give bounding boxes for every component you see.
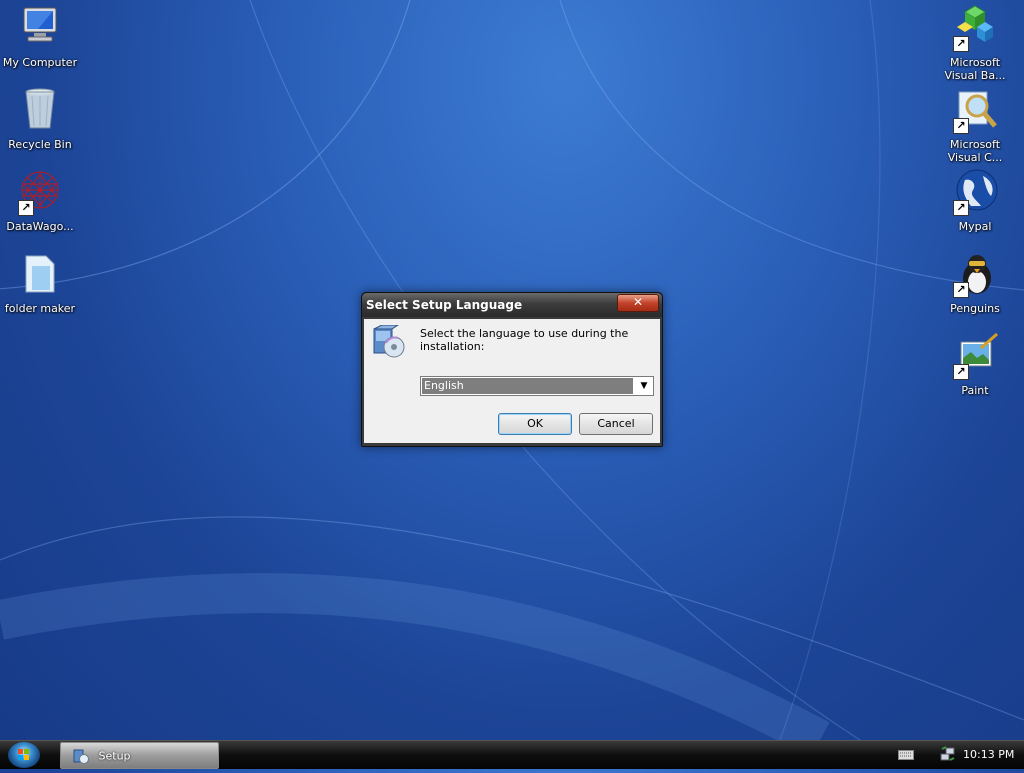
visual-c-icon: ↗	[951, 86, 999, 134]
start-button[interactable]	[8, 742, 40, 768]
visual-basic-icon: ↗	[951, 4, 999, 52]
desktop-icon-recycle-bin[interactable]: Recycle Bin	[1, 86, 79, 151]
desktop-icon-label: Mypal	[958, 220, 992, 233]
recycle-bin-icon	[16, 86, 64, 134]
folder-maker-icon	[16, 250, 64, 298]
taskbar-item-label: Setup	[98, 749, 131, 763]
setup-icon	[372, 324, 406, 359]
desktop-icon-penguins[interactable]: ↗ Penguins	[936, 250, 1014, 315]
clock[interactable]: 10:13 PM	[963, 741, 1014, 769]
desktop-icon-label: Recycle Bin	[8, 138, 72, 151]
taskbar-item-setup[interactable]: Setup	[60, 742, 219, 769]
dialog-title: Select Setup Language	[366, 298, 523, 312]
globe-icon: ↗	[951, 168, 999, 216]
taskbar: Setup 10:13 PM	[0, 740, 1024, 769]
desktop-icon-datawago[interactable]: ↗ DataWago...	[1, 168, 79, 233]
desktop-icon-label: folder maker	[4, 302, 76, 315]
network-icon[interactable]	[940, 746, 956, 762]
desktop-icon-label: Penguins	[950, 302, 1000, 315]
desktop-icon-my-computer[interactable]: My Computer	[1, 4, 79, 69]
chevron-down-icon[interactable]: ▼	[635, 377, 653, 395]
desktop-icon-visual-c[interactable]: ↗ Microsoft Visual C...	[936, 86, 1014, 164]
keyboard-icon[interactable]	[898, 750, 914, 760]
shortcut-arrow-icon: ↗	[953, 36, 969, 52]
shortcut-arrow-icon: ↗	[953, 118, 969, 134]
setup-icon	[73, 748, 89, 764]
desktop-icon-label: Paint	[961, 384, 989, 397]
shortcut-arrow-icon: ↗	[18, 200, 34, 216]
shortcut-arrow-icon: ↗	[953, 200, 969, 216]
windows-logo-icon	[18, 749, 29, 760]
penguin-icon: ↗	[951, 250, 999, 298]
computer-icon	[16, 4, 64, 52]
desktop-icon-label: Microsoft Visual C...	[947, 138, 1003, 164]
desktop-icon-label: My Computer	[2, 56, 78, 69]
datawago-icon: ↗	[16, 168, 64, 216]
desktop-icon-paint[interactable]: ↗ Paint	[936, 332, 1014, 397]
dialog-client-area: Select the language to use during the in…	[364, 319, 660, 443]
setup-language-dialog: Select Setup Language ✕ Select the langu…	[361, 292, 663, 447]
paint-icon: ↗	[951, 332, 999, 380]
language-select-value: English	[422, 378, 633, 394]
desktop-icon-visual-basic[interactable]: ↗ Microsoft Visual Ba...	[936, 4, 1014, 82]
desktop-icon-folder-maker[interactable]: folder maker	[1, 250, 79, 315]
close-icon: ✕	[632, 295, 644, 309]
desktop-icon-mypal[interactable]: ↗ Mypal	[936, 168, 1014, 233]
language-select[interactable]: English ▼	[420, 376, 654, 396]
desktop-icon-label: Microsoft Visual Ba...	[944, 56, 1006, 82]
desktop-icon-label: DataWago...	[6, 220, 74, 233]
dialog-titlebar[interactable]: Select Setup Language ✕	[362, 293, 662, 317]
shortcut-arrow-icon: ↗	[953, 364, 969, 380]
close-button[interactable]: ✕	[617, 294, 659, 312]
ok-button[interactable]: OK	[498, 413, 572, 435]
shortcut-arrow-icon: ↗	[953, 282, 969, 298]
language-prompt: Select the language to use during the in…	[420, 327, 629, 353]
cancel-button[interactable]: Cancel	[579, 413, 653, 435]
